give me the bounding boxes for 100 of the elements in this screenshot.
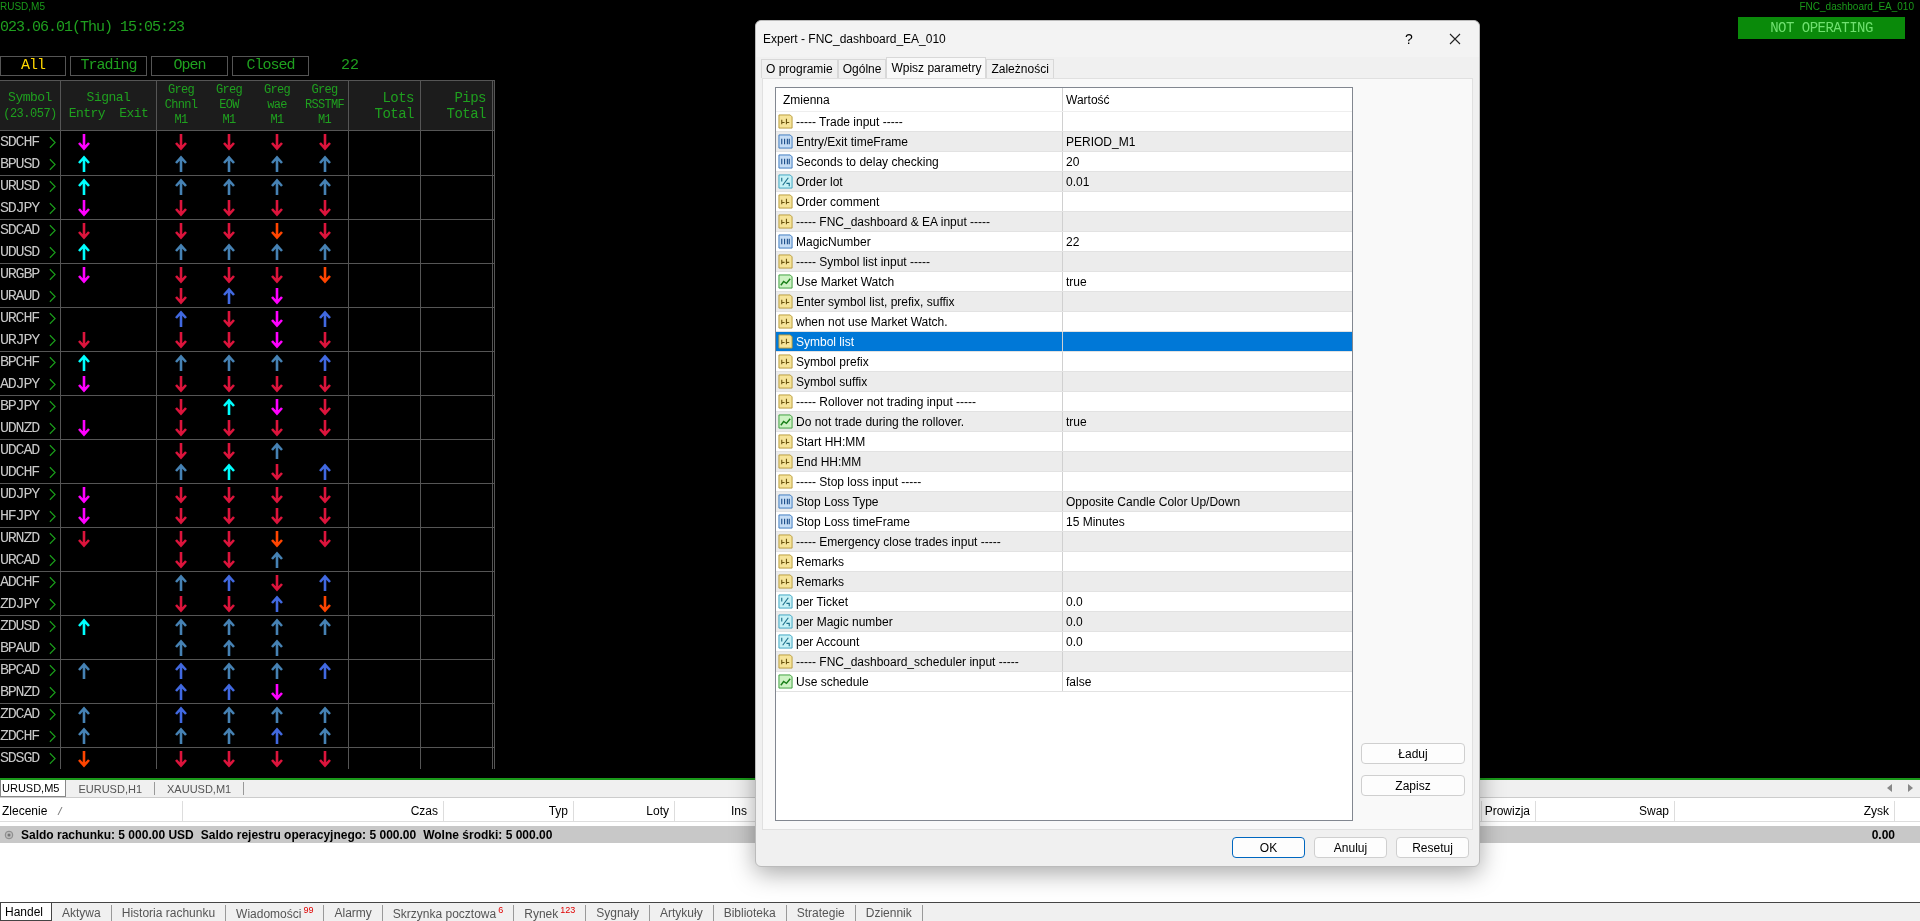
parameter-name: Stop Loss timeFrame <box>796 514 911 529</box>
chevron-icon[interactable] <box>49 289 56 303</box>
chevron-icon[interactable] <box>49 245 56 259</box>
chevron-icon[interactable] <box>49 488 56 501</box>
column-header[interactable]: Zmienna <box>783 92 830 107</box>
parameter-row[interactable]: ----- Stop loss input ----- <box>776 472 1352 492</box>
parameter-row[interactable]: Start HH:MM <box>776 432 1352 452</box>
column-header[interactable]: Zysk <box>1863 804 1889 818</box>
chevron-icon[interactable] <box>49 532 56 545</box>
help-button[interactable]: ? <box>1386 31 1432 47</box>
chart-tab[interactable]: URUSD,M5 <box>0 780 67 797</box>
chevron-icon[interactable] <box>49 377 56 391</box>
parameter-name: Remarks <box>796 554 844 569</box>
parameter-row[interactable]: MagicNumber 22 <box>776 232 1352 252</box>
chevron-icon[interactable] <box>49 553 56 567</box>
column-header[interactable]: Prowizja <box>1484 804 1530 818</box>
chevron-icon[interactable] <box>49 356 56 369</box>
parameter-row[interactable]: Use Market Watch true <box>776 272 1352 292</box>
dialog-tab[interactable]: Zależności <box>986 59 1054 78</box>
symbol-label: HFJPY <box>0 507 39 525</box>
parameter-row[interactable]: Symbol list <box>776 332 1352 352</box>
parameter-row[interactable]: ----- FNC_dashboard & EA input ----- <box>776 212 1352 232</box>
parameter-row[interactable]: ----- Symbol list input ----- <box>776 252 1352 272</box>
parameter-row[interactable]: ----- Rollover not trading input ----- <box>776 392 1352 412</box>
parameter-row[interactable]: Stop Loss timeFrame 15 Minutes <box>776 512 1352 532</box>
side-button[interactable]: Ładuj <box>1361 743 1465 764</box>
chevron-icon[interactable] <box>49 312 56 325</box>
header-label: wae <box>267 98 287 113</box>
dialog-button[interactable]: OK <box>1232 837 1305 858</box>
dialog-tab[interactable]: Ogólne <box>837 59 887 78</box>
filter-button[interactable]: Open <box>151 56 228 76</box>
column-header[interactable]: Swap <box>1638 804 1669 818</box>
parameter-row[interactable]: Remarks <box>776 552 1352 572</box>
parameter-row[interactable]: Symbol suffix <box>776 372 1352 392</box>
parameter-row[interactable]: ----- FNC_dashboard_scheduler input ----- <box>776 652 1352 672</box>
chevron-icon[interactable] <box>49 685 56 699</box>
chevron-icon[interactable] <box>49 729 56 743</box>
filter-button[interactable]: All <box>0 56 66 76</box>
symbol-label: URGBP <box>0 266 39 283</box>
column-header[interactable]: Zlecenie <box>2 804 48 818</box>
chevron-icon[interactable] <box>49 268 56 281</box>
chevron-icon[interactable] <box>49 509 56 523</box>
chevron-icon[interactable] <box>49 576 56 589</box>
close-icon[interactable] <box>1449 33 1461 45</box>
chevron-icon[interactable] <box>49 333 56 347</box>
chevron-icon[interactable] <box>49 597 56 611</box>
chevron-icon[interactable] <box>49 201 56 215</box>
parameter-row[interactable]: Seconds to delay checking 20 <box>776 152 1352 172</box>
sort-icon <box>57 806 64 816</box>
column-header[interactable]: Typ <box>548 804 568 818</box>
chart-symbol-label: RUSD,M5 <box>0 0 45 13</box>
dialog-tab[interactable]: O programie <box>761 59 838 78</box>
filter-button[interactable]: Closed <box>232 56 309 76</box>
parameter-row[interactable]: Do not trade during the rollover. true <box>776 412 1352 432</box>
scroll-right-icon[interactable] <box>1906 783 1914 793</box>
chevron-icon[interactable] <box>49 135 56 149</box>
column-header[interactable]: Ins <box>731 804 747 818</box>
parameter-row[interactable]: per Account 0.0 <box>776 632 1352 652</box>
parameter-value: 22 <box>1066 234 1080 249</box>
filter-button[interactable]: Trading <box>70 56 147 76</box>
parameter-row[interactable]: Entry/Exit timeFrame PERIOD_M1 <box>776 132 1352 152</box>
side-button[interactable]: Zapisz <box>1361 775 1465 796</box>
parameter-row[interactable]: per Magic number 0.0 <box>776 612 1352 632</box>
parameter-row[interactable]: ----- Emergency close trades input ----- <box>776 532 1352 552</box>
chevron-icon[interactable] <box>49 465 56 479</box>
chevron-icon[interactable] <box>49 620 56 633</box>
chevron-icon[interactable] <box>49 180 56 193</box>
chevron-icon[interactable] <box>49 708 56 721</box>
parameter-row[interactable]: End HH:MM <box>776 452 1352 472</box>
parameter-row[interactable]: Enter symbol list, prefix, suffix <box>776 292 1352 312</box>
parameter-row[interactable]: Use schedule false <box>776 672 1352 692</box>
chevron-icon[interactable] <box>49 641 56 655</box>
parameter-row[interactable]: Symbol prefix <box>776 352 1352 372</box>
parameter-row[interactable]: Order lot 0.01 <box>776 172 1352 192</box>
column-header[interactable]: Loty <box>646 804 669 818</box>
parameter-name: Do not trade during the rollover. <box>796 414 965 429</box>
chevron-icon[interactable] <box>49 224 56 237</box>
chevron-icon[interactable] <box>49 664 56 677</box>
terminal-tab[interactable]: Handel <box>0 903 53 921</box>
chevron-icon[interactable] <box>49 421 56 435</box>
parameter-row[interactable]: when not use Market Watch. <box>776 312 1352 332</box>
dialog-button[interactable]: Resetuj <box>1396 837 1469 858</box>
dialog-button[interactable]: Anuluj <box>1314 837 1387 858</box>
chevron-icon[interactable] <box>49 157 56 171</box>
chevron-icon[interactable] <box>49 444 56 457</box>
dialog-tab[interactable]: Wpisz parametry <box>886 57 987 78</box>
header-label: EOW <box>219 98 239 113</box>
symbol-label: BPJPY <box>0 398 39 415</box>
chevron-icon[interactable] <box>49 400 56 413</box>
parameter-name: when not use Market Watch. <box>796 314 948 329</box>
parameter-row[interactable]: Remarks <box>776 572 1352 592</box>
column-header[interactable]: Czas <box>410 804 438 818</box>
parameter-row[interactable]: Order comment <box>776 192 1352 212</box>
chevron-icon[interactable] <box>49 752 56 765</box>
scroll-left-icon[interactable] <box>1886 783 1894 793</box>
parameter-row[interactable]: per Ticket 0.0 <box>776 592 1352 612</box>
parameter-value: 0.01 <box>1066 174 1090 189</box>
parameter-row[interactable]: ----- Trade input ----- <box>776 112 1352 132</box>
column-header[interactable]: Wartość <box>1066 92 1110 107</box>
parameter-row[interactable]: Stop Loss Type Opposite Candle Color Up/Down <box>776 492 1352 512</box>
